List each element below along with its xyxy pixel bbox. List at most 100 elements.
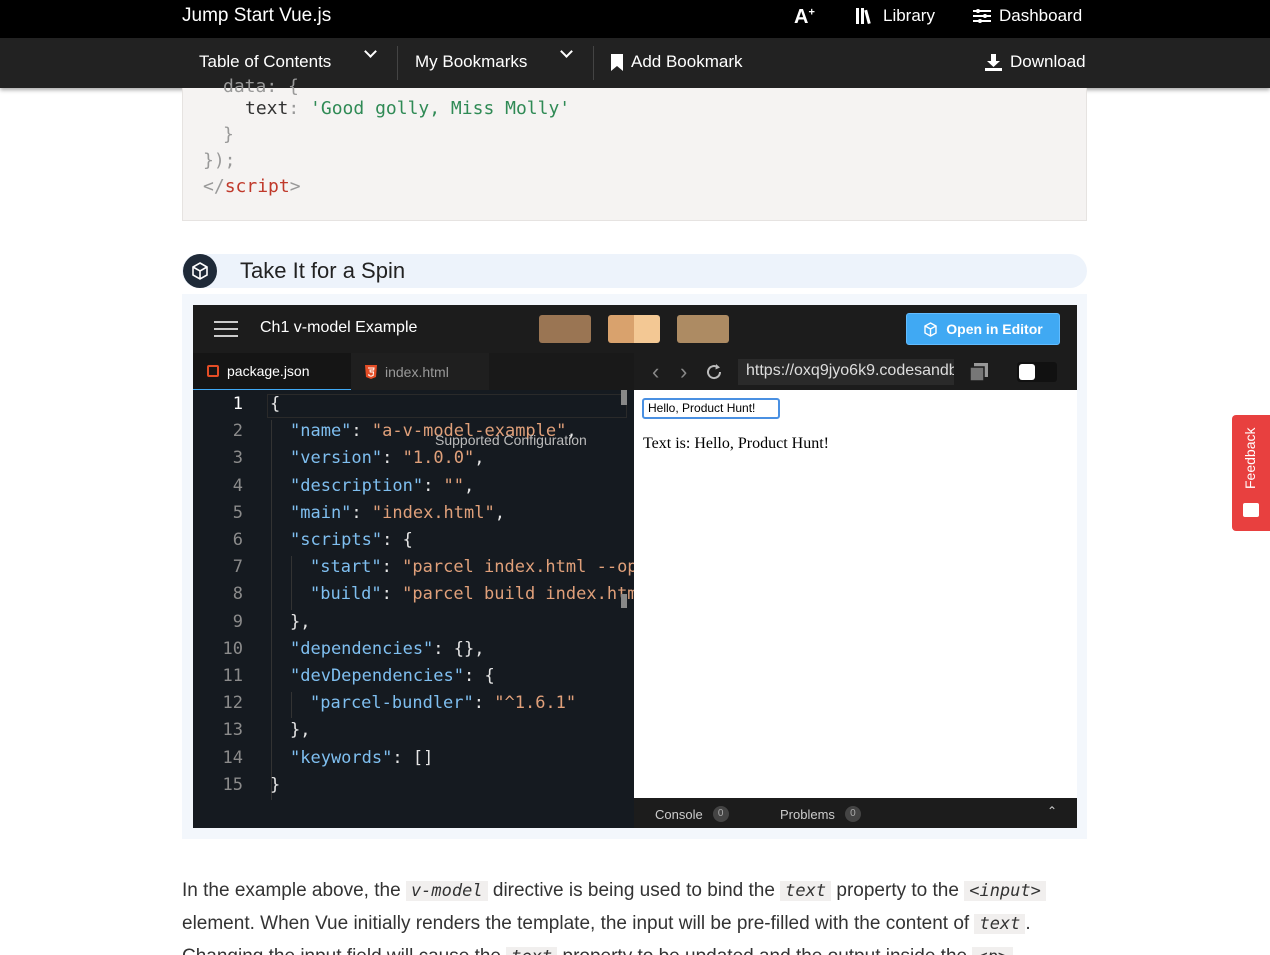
npm-file-icon [207,365,219,377]
layout-swatch-split[interactable] [608,315,660,343]
line-number: 12 [193,693,243,713]
line-number: 10 [193,639,243,659]
text: In the example above, the [182,880,401,901]
bookmark-icon [611,54,623,71]
text: . [1025,913,1030,934]
divider [593,46,594,80]
bookmarks-chevron-down-icon[interactable] [562,52,571,56]
code-line: "scripts": { [290,530,413,550]
line-number: 13 [193,720,243,740]
inline-code: <p> [972,947,1013,955]
preview-output-text: Text is: Hello, Product Hunt! [643,435,829,453]
code-line: text: 'Good golly, Miss Molly' [245,98,570,119]
codesandbox-embed: Ch1 v-model Example Open in Editor packa… [193,305,1077,828]
code-line: </script> [203,176,301,197]
paragraph-line: element. When Vue initially renders the … [182,907,1087,941]
indent-guide [291,556,292,610]
my-bookmarks-dropdown[interactable]: My Bookmarks [415,52,527,72]
code-line: }, [290,720,310,740]
library-icon [855,7,875,25]
bookmarks-label: My Bookmarks [415,52,527,72]
preview-toggle[interactable] [1017,362,1057,382]
reader-toolbar: Table of Contents My Bookmarks Add Bookm… [0,38,1270,88]
cube-icon [923,322,938,337]
console-count-badge: 0 [713,806,729,822]
code-line: "parcel-bundler": "^1.6.1" [310,693,576,713]
refresh-icon[interactable] [705,363,723,381]
problems-label: Problems [780,807,835,822]
code-line: { [270,394,280,414]
scroll-marker[interactable] [621,594,627,608]
code-line: }, [290,612,310,632]
code-line: "start": "parcel index.html --op [310,557,634,577]
line-number: 5 [193,503,243,523]
console-bar: Console 0 Problems 0 ⌃ [634,798,1077,828]
code-line: } [223,124,234,145]
tab-label: index.html [385,364,449,380]
line-number: 15 [193,775,243,795]
dashboard-label: Dashboard [999,6,1082,26]
file-tabs: package.json index.html [193,353,634,390]
preview-text-input[interactable]: Hello, Product Hunt! [642,398,780,419]
tab-package-json[interactable]: package.json [193,353,351,390]
line-number: 11 [193,666,243,686]
layout-swatch-editor[interactable] [539,315,591,343]
library-link[interactable]: Library [855,6,935,26]
back-arrow-icon[interactable]: ‹ [652,359,659,385]
font-size-button[interactable]: A+ [794,6,815,29]
divider [397,46,398,80]
line-number: 1 [193,394,243,414]
table-of-contents-dropdown[interactable]: Table of Contents [199,52,331,72]
download-button[interactable]: Download [985,52,1086,72]
code-editor[interactable]: 1{2"name": "a-v-model-example",3"version… [193,390,634,828]
download-label: Download [1010,52,1086,72]
current-line-highlight [267,394,627,418]
text: Changing the input field will cause the [182,946,501,955]
inline-code: text [780,881,831,901]
line-number: 14 [193,748,243,768]
menu-icon[interactable] [214,321,238,342]
feedback-tab[interactable]: Feedback [1232,415,1270,531]
dashboard-icon [973,8,991,24]
code-line: "description": "", [290,476,474,496]
copy-window-icon[interactable] [970,363,988,381]
embed-header: Ch1 v-model Example Open in Editor [193,305,1077,353]
preview-url-field[interactable]: https://oxq9jyo6k9.codesandbox.io [738,359,954,385]
add-bookmark-label: Add Bookmark [631,52,743,72]
sandbox-title: Ch1 v-model Example [260,319,417,337]
text: element. When Vue initially renders the … [182,913,969,934]
code-block: data: { text: 'Good golly, Miss Molly' }… [182,88,1087,221]
line-number: 7 [193,557,243,577]
problems-tab[interactable]: Problems 0 [780,806,861,822]
layout-swatch-preview[interactable] [677,315,729,343]
tab-label: package.json [227,363,310,379]
code-line: "keywords": [] [290,748,433,768]
inline-code: text [974,914,1025,934]
codesandbox-icon [183,254,217,288]
tab-index-html[interactable]: index.html [351,353,489,390]
line-number: 9 [193,612,243,632]
text: property to be updated and the output in… [563,946,968,955]
code-line: "build": "parcel build index.htm [310,584,634,604]
feedback-smile-icon [1243,503,1259,517]
console-label: Console [655,807,703,822]
paragraph-line: Changing the input field will cause the … [182,940,1087,955]
preview-browser-bar: ‹ › https://oxq9jyo6k9.codesandbox.io [634,353,1077,390]
toc-label: Table of Contents [199,52,331,72]
forward-arrow-icon[interactable]: › [680,359,687,385]
text: directive is being used to bind the [493,880,775,901]
line-number: 4 [193,476,243,496]
line-number: 2 [193,421,243,441]
console-tab[interactable]: Console 0 [655,806,729,822]
inline-code: text [506,947,557,955]
supported-configuration-tooltip: Supported Configuration [435,432,587,448]
dashboard-link[interactable]: Dashboard [973,6,1082,26]
toc-chevron-down-icon[interactable] [366,52,375,56]
code-line: }); [203,150,236,171]
add-bookmark-button[interactable]: Add Bookmark [611,52,743,72]
chevron-up-icon[interactable]: ⌃ [1047,804,1057,818]
open-in-editor-button[interactable]: Open in Editor [906,313,1060,345]
text: property to the [836,880,959,901]
scroll-marker[interactable] [621,390,627,405]
book-title[interactable]: Jump Start Vue.js [182,5,331,27]
